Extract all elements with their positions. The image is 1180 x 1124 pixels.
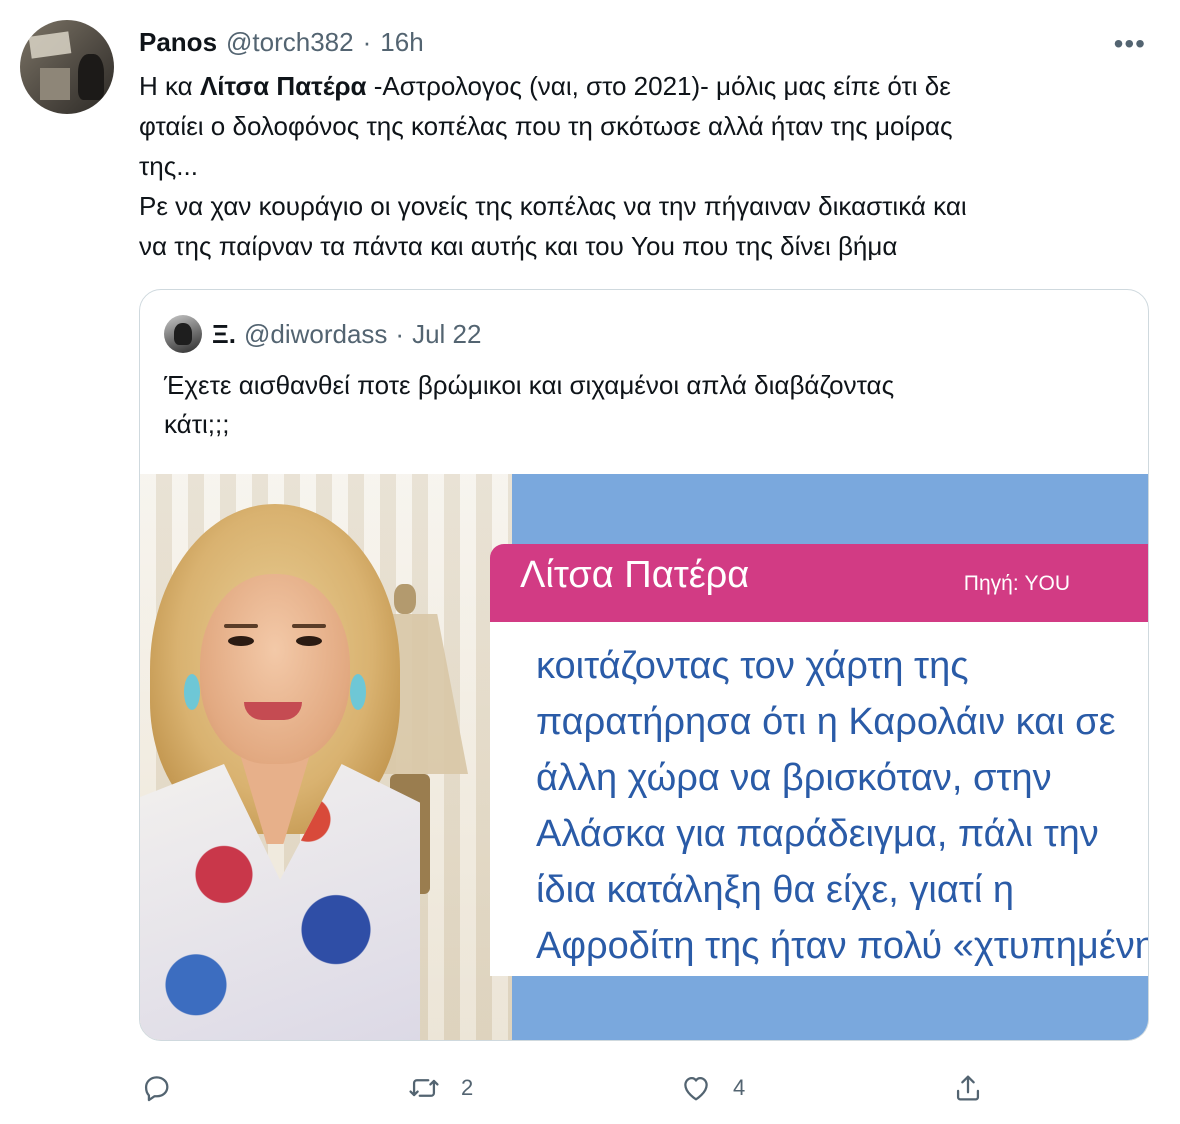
tweet-text-line: Η κα Λίτσα Πατέρα -Αστρολογος (ναι, στο … — [139, 66, 1149, 106]
quote-header: Ξ. @diwordass · Jul 22 — [164, 314, 481, 354]
quote-card-line: ίδια κατάληξη θα είχε, γιατί η — [536, 869, 1014, 911]
text-fragment: Η κα — [139, 71, 200, 101]
tweet-text: Η κα Λίτσα Πατέρα -Αστρολογος (ναι, στο … — [139, 66, 1149, 266]
tweet-text-line: Ρε να χαν κουράγιο οι γονείς της κοπέλας… — [139, 191, 967, 221]
retweet-count: 2 — [461, 1075, 474, 1100]
name-banner: Λίτσα Πατέρα Πηγή: YOU — [490, 544, 1148, 622]
quoted-tweet[interactable]: Ξ. @diwordass · Jul 22 Έχετε αισθανθεί π… — [139, 289, 1149, 1041]
face — [200, 574, 350, 764]
like-count: 4 — [733, 1075, 746, 1100]
eye — [296, 636, 322, 646]
earring — [350, 674, 366, 710]
avatar-detail — [78, 54, 104, 100]
quote-avatar — [164, 315, 202, 353]
tweet-text-line: να της παίρναν τα πάντα και αυτής και το… — [139, 231, 898, 261]
earring — [184, 674, 200, 710]
banner-name: Λίτσα Πατέρα — [520, 554, 750, 596]
tweet-time[interactable]: 16h — [380, 27, 423, 58]
quote-card-text: κοιτάζοντας τον χάρτη της παρατήρησα ότι… — [536, 638, 1148, 974]
bold-fragment: Λίτσα Πατέρα — [199, 71, 367, 101]
eyebrow — [292, 624, 326, 628]
like-button[interactable]: 4 — [679, 1066, 745, 1110]
banner-source: Πηγή: YOU — [963, 572, 1070, 595]
quote-media-image[interactable]: Λίτσα Πατέρα Πηγή: YOU κοιτάζοντας τον χ… — [140, 474, 1148, 1040]
lamp-detail — [394, 584, 416, 614]
tweet-header: Panos @torch382 · 16h — [139, 24, 424, 60]
author-handle[interactable]: @torch382 — [226, 27, 354, 58]
avatar-detail — [28, 31, 72, 59]
tweet-actions: 2 4 — [139, 1066, 1149, 1110]
quote-date: Jul 22 — [412, 318, 482, 349]
tweet-text-line: της... — [139, 151, 198, 181]
heart-icon — [684, 1076, 708, 1101]
quote-graphic-panel: Λίτσα Πατέρα Πηγή: YOU κοιτάζοντας τον χ… — [490, 474, 1148, 1040]
quote-card-line: κοιτάζοντας τον χάρτη της — [536, 645, 969, 687]
more-options-icon[interactable]: ••• — [1114, 28, 1146, 60]
quote-author-name: Ξ. — [212, 318, 236, 349]
reply-icon — [144, 1076, 169, 1102]
panel-band — [512, 976, 1148, 1040]
author-avatar[interactable] — [20, 20, 114, 114]
share-icon — [956, 1075, 980, 1101]
author-name[interactable]: Panos — [139, 27, 217, 58]
tweet-text-line: φταίει ο δολοφόνος της κοπέλας που τη σκ… — [139, 111, 953, 141]
eyebrow — [224, 624, 258, 628]
panel-band — [512, 474, 1148, 544]
quote-card-line: Αφροδίτη της ήταν πολύ «χτυπημένη». — [536, 925, 1148, 967]
quote-author-handle: @diwordass — [243, 318, 388, 349]
quote-card: κοιτάζοντας τον χάρτη της παρατήρησα ότι… — [490, 622, 1148, 976]
retweet-icon — [409, 1079, 439, 1097]
meta-separator: · — [362, 26, 372, 57]
quote-text: Έχετε αισθανθεί ποτε βρώμικοι και σιχαμέ… — [164, 366, 1114, 444]
quote-card-line: παρατήρησα ότι η Καρολάιν και σε — [536, 701, 1116, 743]
quote-card-line: Αλάσκα για παράδειγμα, πάλι την — [536, 813, 1099, 855]
woman-photo — [140, 474, 512, 1040]
share-button[interactable] — [951, 1066, 985, 1110]
smile — [244, 702, 302, 720]
retweet-button[interactable]: 2 — [407, 1066, 473, 1110]
quote-text-line: κάτι;;; — [164, 409, 230, 439]
eye — [228, 636, 254, 646]
avatar-detail — [40, 68, 70, 100]
reply-button[interactable] — [139, 1066, 173, 1110]
meta-separator: · — [395, 318, 405, 349]
text-fragment: -Αστρολογος (ναι, στο 2021)- μόλις μας ε… — [366, 71, 951, 101]
quote-card-line: άλλη χώρα να βρισκόταν, στην — [536, 757, 1052, 799]
quote-text-line: Έχετε αισθανθεί ποτε βρώμικοι και σιχαμέ… — [164, 370, 895, 400]
